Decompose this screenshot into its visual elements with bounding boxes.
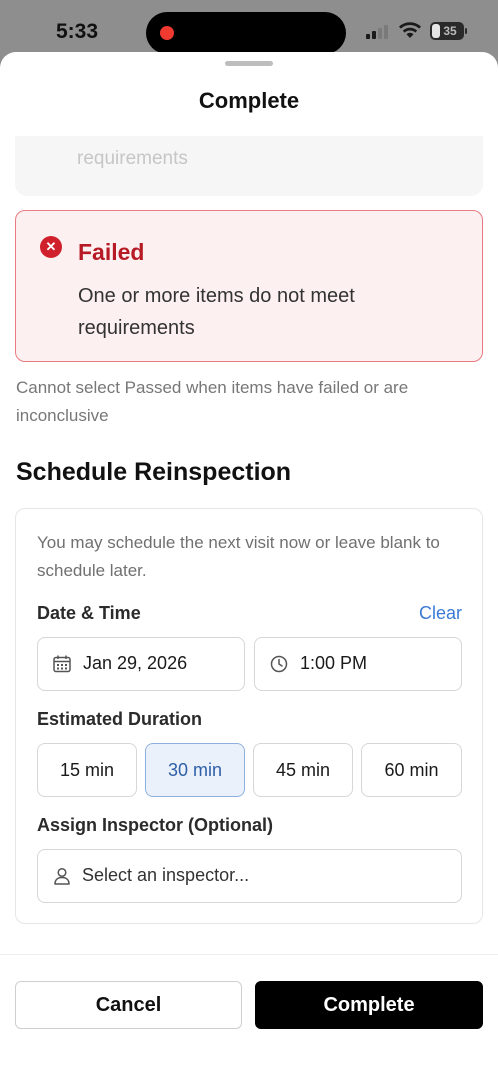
duration-label: Estimated Duration xyxy=(37,709,203,729)
user-icon xyxy=(54,867,70,885)
result-option-desc: One or more items do not meet requiremen… xyxy=(78,285,355,339)
complete-button[interactable]: Complete xyxy=(255,981,483,1029)
inspector-select[interactable]: Select an inspector... xyxy=(37,849,462,903)
x-circle-icon: ✕ xyxy=(40,236,62,258)
complete-sheet: Complete requirements ✕ Failed One or mo… xyxy=(0,52,498,1076)
status-bar: 5:33 35 xyxy=(0,0,498,60)
cancel-button[interactable]: Cancel xyxy=(15,981,242,1029)
date-value: Jan 29, 2026 xyxy=(83,653,188,673)
inspector-placeholder: Select an inspector... xyxy=(82,865,250,885)
inspector-label: Assign Inspector (Optional) xyxy=(37,815,274,835)
clear-button[interactable]: Clear xyxy=(419,603,462,624)
duration-option-60[interactable]: 60 min xyxy=(361,743,462,797)
helper-text: Cannot select Passed when items have fai… xyxy=(16,378,409,425)
result-option-inconclusive[interactable]: requirements xyxy=(15,136,483,196)
cellular-signal-icon xyxy=(366,23,392,39)
result-option-desc: requirements xyxy=(77,148,188,169)
reinspection-panel: You may schedule the next visit now or l… xyxy=(15,508,483,924)
date-field[interactable]: Jan 29, 2026 xyxy=(37,637,245,691)
duration-option-45[interactable]: 45 min xyxy=(253,743,353,797)
calendar-icon xyxy=(53,655,71,673)
footer-divider xyxy=(0,954,498,955)
duration-option-30[interactable]: 30 min xyxy=(145,743,245,797)
clock-icon xyxy=(270,655,288,673)
result-option-failed[interactable]: ✕ Failed One or more items do not meet r… xyxy=(15,210,483,362)
dynamic-island xyxy=(146,12,346,54)
duration-option-15[interactable]: 15 min xyxy=(37,743,137,797)
panel-intro: You may schedule the next visit now or l… xyxy=(37,533,440,580)
section-title: Schedule Reinspection xyxy=(16,458,292,486)
battery-icon: 35 xyxy=(430,22,467,40)
time-value: 1:00 PM xyxy=(300,653,368,673)
time-field[interactable]: 1:00 PM xyxy=(254,637,462,691)
result-option-title: Failed xyxy=(78,239,145,265)
sheet-grabber[interactable] xyxy=(225,61,273,66)
date-time-label: Date & Time xyxy=(37,603,141,623)
wifi-icon xyxy=(399,22,421,38)
sheet-title: Complete xyxy=(198,88,300,113)
status-time: 5:33 xyxy=(56,20,99,43)
recording-indicator-icon xyxy=(160,26,174,40)
